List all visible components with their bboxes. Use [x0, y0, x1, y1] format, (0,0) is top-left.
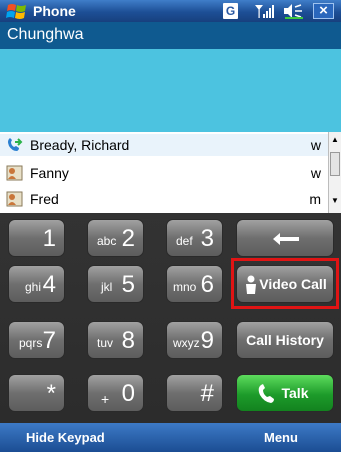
key-letters: tuv [97, 336, 114, 350]
key-9[interactable]: wxyz 9 [166, 321, 223, 359]
contact-name: Fanny [30, 165, 69, 181]
scroll-thumb[interactable] [330, 152, 340, 176]
carrier-bar: Chunghwa [0, 22, 341, 49]
key-letters: pqrs [19, 336, 43, 350]
scroll-down-arrow-icon[interactable]: ▼ [329, 195, 341, 207]
key-digit: 8 [121, 327, 135, 354]
key-digit: 0 [121, 380, 135, 407]
key-digit: # [200, 380, 214, 407]
key-letters: wxyz [173, 336, 200, 350]
title-bar: Phone G × [0, 0, 341, 22]
key-digit: 4 [42, 271, 56, 298]
backspace-button[interactable] [236, 219, 334, 257]
talk-label: Talk [281, 385, 309, 401]
key-7[interactable]: pqrs 7 [8, 321, 65, 359]
key-star[interactable]: * [8, 374, 65, 412]
windows-start-icon[interactable] [6, 2, 28, 20]
contact-row[interactable]: Bready, Richard w [0, 134, 328, 156]
key-digit: * [46, 380, 56, 407]
key-8[interactable]: tuv 8 [87, 321, 144, 359]
contact-name: Bready, Richard [30, 137, 130, 153]
key-digit: 9 [200, 327, 214, 354]
contact-row[interactable]: Fanny w [0, 162, 328, 184]
dialed-number-area [0, 49, 341, 132]
key-3[interactable]: def 3 [166, 219, 223, 257]
key-digit: 7 [42, 327, 56, 354]
talk-button[interactable]: Talk [236, 374, 334, 412]
signal-strength-icon[interactable] [254, 3, 276, 19]
key-letters: + [101, 391, 110, 407]
key-letters: abc [97, 234, 117, 248]
highlight-box [231, 258, 339, 309]
backspace-arrow-icon [273, 233, 299, 245]
outgoing-call-icon [8, 138, 23, 151]
key-letters: ghi [25, 280, 42, 294]
menu-softkey[interactable]: Menu [264, 430, 298, 445]
app-title: Phone [33, 3, 76, 19]
key-letters: def [176, 234, 193, 248]
call-history-label: Call History [246, 332, 324, 348]
key-letters: jkl [101, 280, 113, 294]
carrier-name: Chunghwa [7, 26, 84, 43]
key-digit: 6 [200, 271, 214, 298]
key-digit: 3 [200, 225, 214, 252]
key-6[interactable]: mno 6 [166, 265, 223, 303]
key-digit: 5 [121, 271, 135, 298]
key-letters: mno [173, 280, 197, 294]
key-digit: 1 [42, 225, 56, 252]
close-icon[interactable]: × [313, 3, 334, 19]
contact-name: Fred [30, 191, 59, 207]
volume-icon[interactable] [282, 3, 304, 19]
key-hash[interactable]: # [166, 374, 223, 412]
contact-card-icon [6, 191, 23, 207]
contact-number-type: m [309, 191, 321, 207]
key-5[interactable]: jkl 5 [87, 265, 144, 303]
key-2[interactable]: abc 2 [87, 219, 144, 257]
contact-number-type: w [310, 137, 321, 153]
contact-row[interactable]: Fred m [0, 188, 328, 210]
key-digit: 2 [121, 225, 135, 252]
key-0[interactable]: + 0 [87, 374, 144, 412]
scroll-up-arrow-icon[interactable]: ▲ [329, 134, 341, 146]
contact-card-icon [6, 165, 23, 181]
hide-keypad-softkey[interactable]: Hide Keypad [26, 430, 105, 445]
contact-number-type: w [310, 165, 321, 181]
key-1[interactable]: 1 [8, 219, 65, 257]
g-connectivity-icon[interactable]: G [223, 3, 238, 19]
softkey-bar: Hide Keypad Menu [0, 423, 341, 452]
contact-list-scrollbar[interactable]: ▲ ▼ [328, 132, 341, 213]
call-history-button[interactable]: Call History [236, 321, 334, 359]
key-4[interactable]: ghi 4 [8, 265, 65, 303]
contact-list: Bready, Richard w Fanny w Fred m [0, 132, 328, 213]
